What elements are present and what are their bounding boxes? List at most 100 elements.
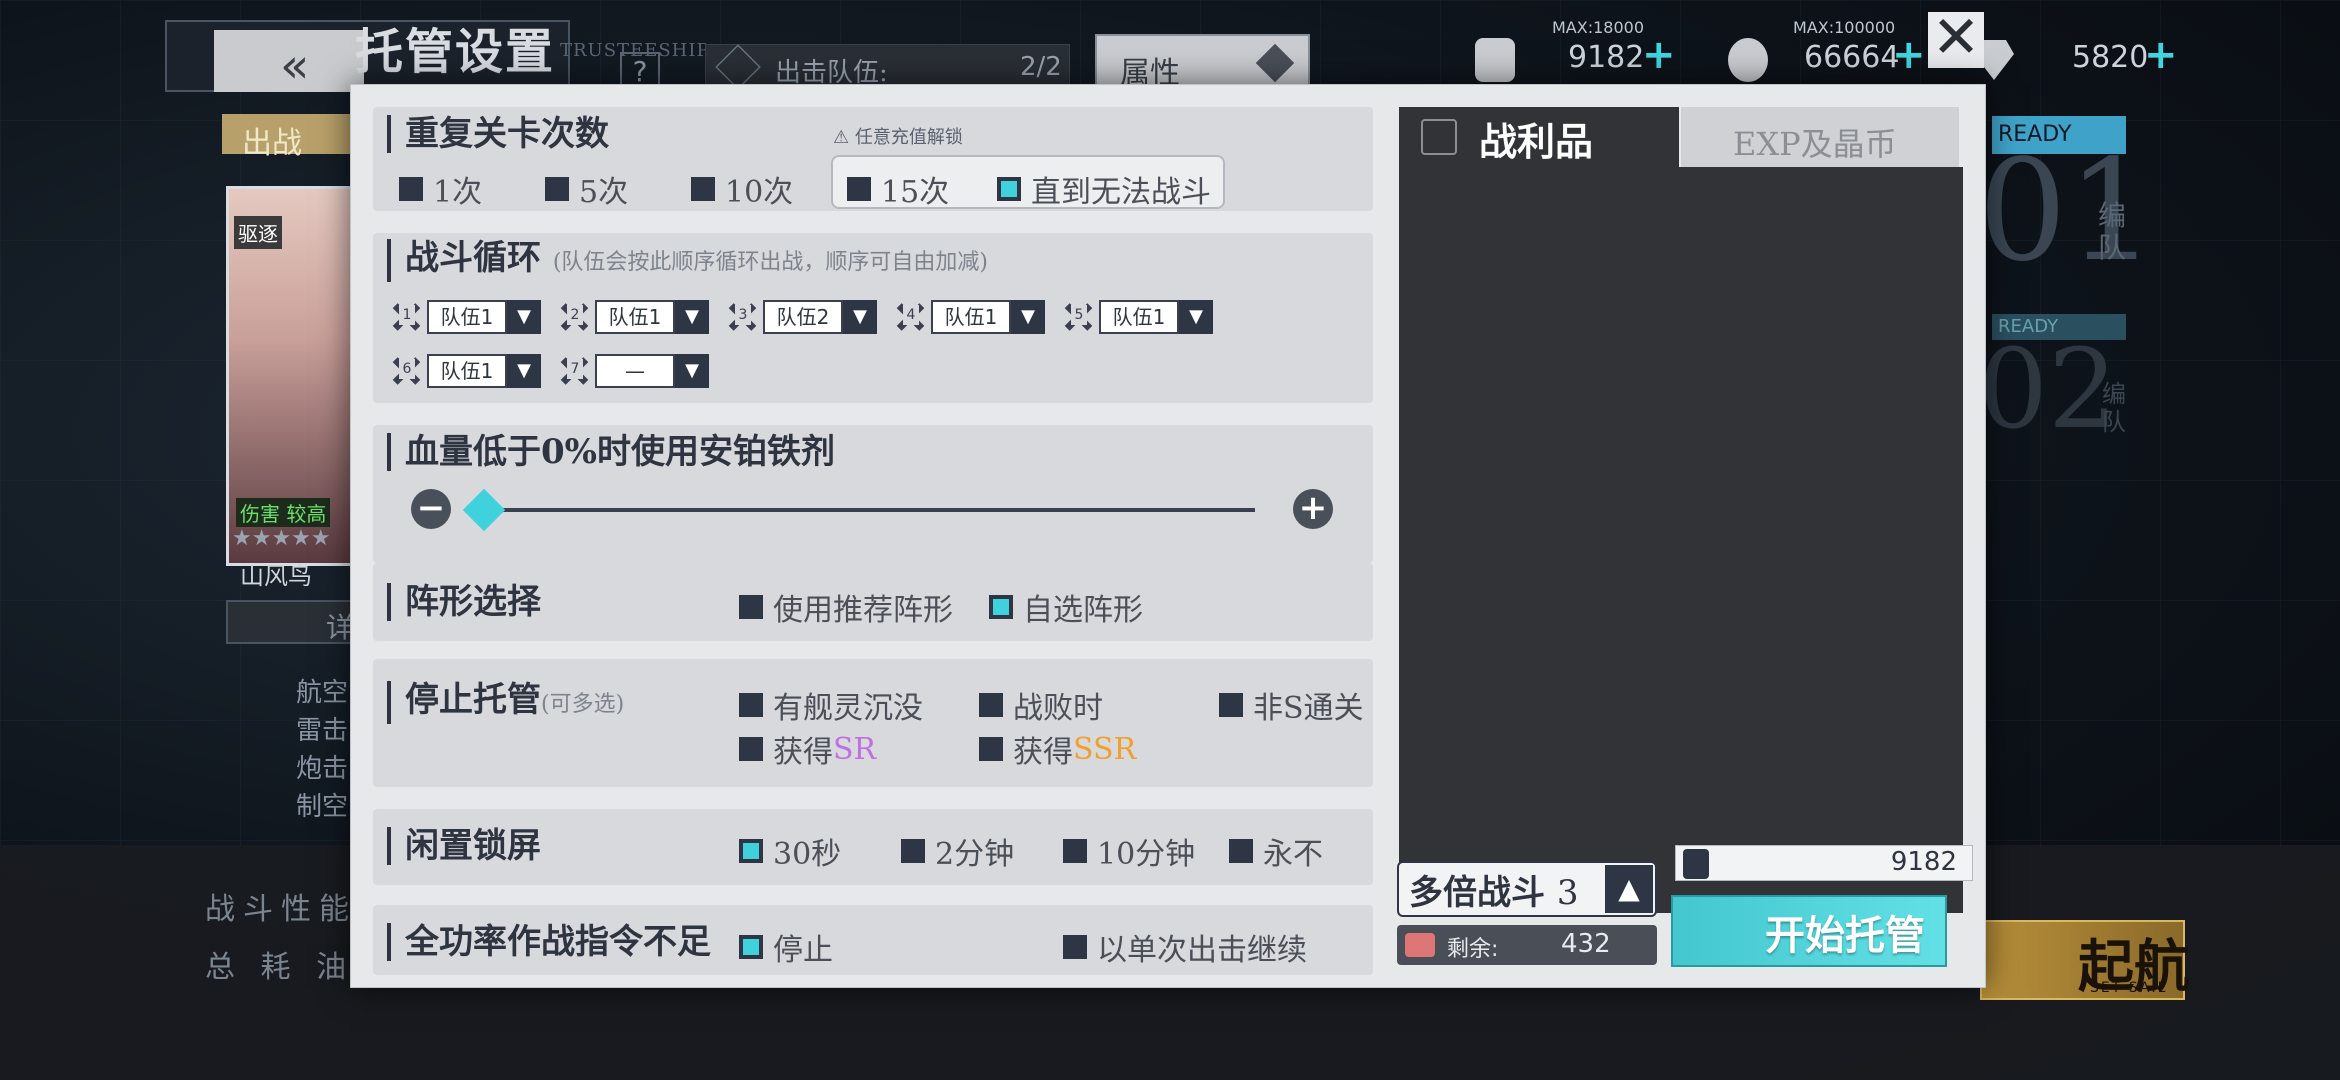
idle-never[interactable]: 永不 bbox=[1229, 829, 1323, 873]
dropdown-arrow-icon[interactable]: ▼ bbox=[675, 354, 709, 388]
cycle-slot-2[interactable]: 2 队伍1 ▼ bbox=[555, 299, 709, 335]
sort-icon[interactable] bbox=[1421, 119, 1457, 155]
slot-select[interactable]: 队伍1 bbox=[931, 300, 1011, 334]
idle-10min[interactable]: 10分钟 bbox=[1063, 829, 1195, 873]
total-oil-label: 总 耗 油: bbox=[205, 950, 373, 985]
slot-select[interactable]: 队伍1 bbox=[1099, 300, 1179, 334]
crossed-swords-icon: 7 bbox=[555, 353, 593, 389]
command-continue[interactable]: 以单次出击继续 bbox=[1063, 925, 1307, 969]
stop-on-sink[interactable]: 有舰灵沉没 bbox=[739, 683, 923, 727]
checkbox[interactable] bbox=[979, 737, 1003, 761]
crossed-swords-icon: 2 bbox=[555, 299, 593, 335]
ticket-icon bbox=[1405, 933, 1435, 957]
cycle-slot-1[interactable]: 1 队伍1 ▼ bbox=[387, 299, 541, 335]
dropdown-arrow-icon[interactable]: ▼ bbox=[675, 300, 709, 334]
checkbox[interactable] bbox=[1229, 839, 1253, 863]
fleet2-number: 02 bbox=[1978, 325, 2118, 453]
dropdown-arrow-icon[interactable]: ▼ bbox=[843, 300, 877, 334]
stat-aa: 制空 bbox=[296, 792, 349, 822]
crossed-swords-icon: 1 bbox=[387, 299, 425, 335]
option-label: 永不 bbox=[1263, 837, 1323, 872]
stop-on-ssr[interactable]: 获得 SSR bbox=[979, 727, 1136, 771]
dropdown-arrow-icon[interactable]: ▼ bbox=[507, 354, 541, 388]
close-button[interactable]: ✕ bbox=[1928, 8, 1984, 68]
slot-select[interactable]: 队伍2 bbox=[763, 300, 843, 334]
multi-up-button[interactable]: ▲ bbox=[1605, 865, 1653, 913]
dropdown-arrow-icon[interactable]: ▼ bbox=[1011, 300, 1045, 334]
checkbox[interactable] bbox=[1063, 935, 1087, 959]
idle-30s[interactable]: 30秒 bbox=[739, 829, 841, 873]
repeat-option-until-fail[interactable]: 直到无法战斗 bbox=[997, 167, 1211, 211]
checkbox-checked[interactable] bbox=[989, 595, 1013, 619]
checkbox[interactable] bbox=[1219, 693, 1243, 717]
repeat-option-15[interactable]: 15次 bbox=[847, 167, 949, 211]
checkbox[interactable] bbox=[739, 693, 763, 717]
recharge-warning: ⚠ 任意充值解锁 bbox=[833, 123, 963, 149]
checkbox[interactable] bbox=[545, 177, 569, 201]
stop-title: 停止托管(可多选) bbox=[387, 681, 624, 724]
slot-select[interactable]: 队伍1 bbox=[427, 300, 507, 334]
option-label: 获得 bbox=[1013, 735, 1073, 770]
hp-slider-track[interactable] bbox=[473, 508, 1255, 512]
crossed-swords-icon: 4 bbox=[891, 299, 929, 335]
coin-max: MAX:100000 bbox=[1793, 18, 1896, 37]
checkbox[interactable] bbox=[979, 693, 1003, 717]
slot-number: 3 bbox=[735, 305, 751, 325]
checkbox[interactable] bbox=[847, 177, 871, 201]
checkbox-checked[interactable] bbox=[997, 177, 1021, 201]
checkbox[interactable] bbox=[901, 839, 925, 863]
checkbox[interactable] bbox=[739, 595, 763, 619]
slot-number: 7 bbox=[567, 359, 583, 379]
option-label: 非S通关 bbox=[1253, 691, 1364, 726]
option-label: 停止 bbox=[773, 933, 833, 968]
cycle-slot-5[interactable]: 5 队伍1 ▼ bbox=[1059, 299, 1213, 335]
slot-select[interactable]: 队伍1 bbox=[595, 300, 675, 334]
formation-recommended[interactable]: 使用推荐阵形 bbox=[739, 585, 953, 629]
stop-on-sr[interactable]: 获得 SR bbox=[739, 727, 876, 771]
option-label: 自选阵形 bbox=[1023, 593, 1143, 628]
checkbox-checked[interactable] bbox=[739, 935, 763, 959]
option-label: 以单次出击继续 bbox=[1097, 933, 1307, 968]
checkbox[interactable] bbox=[691, 177, 715, 201]
repeat-option-1[interactable]: 1次 bbox=[399, 167, 482, 211]
start-trusteeship-label: 开始托管 bbox=[1765, 912, 1925, 959]
option-label: 获得 bbox=[773, 735, 833, 770]
oil-max: MAX:18000 bbox=[1552, 18, 1644, 37]
cycle-slot-3[interactable]: 3 队伍2 ▼ bbox=[723, 299, 877, 335]
dropdown-arrow-icon[interactable]: ▼ bbox=[1179, 300, 1213, 334]
slot-select[interactable]: — bbox=[595, 354, 675, 388]
idle-2min[interactable]: 2分钟 bbox=[901, 829, 1014, 873]
cycle-note: (队伍会按此顺序循环出战，顺序可自由加减) bbox=[552, 250, 989, 275]
checkbox[interactable] bbox=[399, 177, 423, 201]
repeat-option-10[interactable]: 10次 bbox=[691, 167, 793, 211]
coin-plus-button[interactable]: + bbox=[1892, 32, 1926, 78]
command-stop[interactable]: 停止 bbox=[739, 925, 833, 969]
cycle-slot-7[interactable]: 7 — ▼ bbox=[555, 353, 709, 389]
slot-select[interactable]: 队伍1 bbox=[427, 354, 507, 388]
checkbox[interactable] bbox=[1063, 839, 1087, 863]
checkbox[interactable] bbox=[739, 737, 763, 761]
cycle-slot-4[interactable]: 4 队伍1 ▼ bbox=[891, 299, 1045, 335]
multi-battle-label: 多倍战斗 3 bbox=[1409, 865, 1578, 914]
plus-button[interactable]: + bbox=[1293, 489, 1333, 529]
formation-custom[interactable]: 自选阵形 bbox=[989, 585, 1143, 629]
dropdown-arrow-icon[interactable]: ▼ bbox=[507, 300, 541, 334]
multi-label-text: 多倍战斗 bbox=[1409, 873, 1545, 913]
slot-number: 4 bbox=[903, 305, 919, 325]
minus-button[interactable]: − bbox=[411, 489, 451, 529]
loot-list[interactable] bbox=[1399, 167, 1963, 913]
slot-number: 2 bbox=[567, 305, 583, 325]
command-title: 全功率作战指令不足 bbox=[387, 923, 711, 961]
cycle-slot-6[interactable]: 6 队伍1 ▼ bbox=[387, 353, 541, 389]
option-label: 5次 bbox=[579, 175, 629, 210]
gem-plus-button[interactable]: + bbox=[2144, 32, 2178, 78]
repeat-option-5[interactable]: 5次 bbox=[545, 167, 628, 211]
oil-plus-button[interactable]: + bbox=[1642, 32, 1676, 78]
warning-icon: ⚠ bbox=[833, 127, 855, 148]
stop-on-non-s[interactable]: 非S通关 bbox=[1219, 683, 1364, 727]
fleet-count: 2/2 bbox=[1020, 52, 1062, 82]
ssr-label: SSR bbox=[1073, 731, 1137, 767]
checkbox-checked[interactable] bbox=[739, 839, 763, 863]
stop-on-defeat[interactable]: 战败时 bbox=[979, 683, 1103, 727]
back-arrow-icon: « bbox=[280, 38, 310, 94]
